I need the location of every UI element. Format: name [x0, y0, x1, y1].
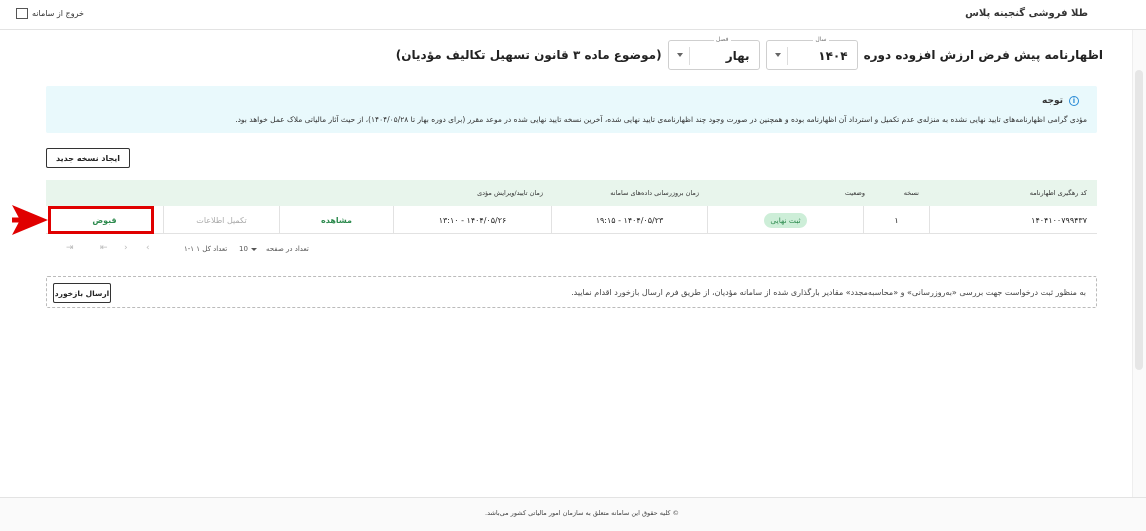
header-approve-time: زمان تایید/ویرایش مؤدی — [477, 189, 543, 197]
notice-header: i توجه — [1042, 96, 1079, 106]
tracking-code: ۱۴۰۴۱۰۰۷۹۹۴۳۷ — [1031, 215, 1087, 225]
first-page-icon[interactable]: ⇤ — [100, 243, 108, 253]
notice-title: توجه — [1042, 96, 1063, 106]
chevron-down-icon[interactable] — [676, 53, 683, 57]
exit-icon — [16, 8, 28, 19]
season-select[interactable]: فصل بهار — [667, 36, 760, 70]
update-time: ۱۹:۱۵ - ۱۴۰۴/۰۵/۲۳ — [595, 215, 664, 225]
page-title-suffix: (موضوع ماده ۳ قانون تسهیل تکالیف مؤدیان) — [395, 48, 662, 62]
per-page-value: 10 — [239, 245, 248, 253]
page-title-row: اظهارنامه پیش فرض ارزش افزوده دوره سال ۱… — [395, 36, 1103, 70]
feedback-text: به منظور ثبت درخواست جهت بررسی «به‌روزرس… — [571, 288, 1086, 297]
table-row: ۱۴۰۴۱۰۰۷۹۹۴۳۷ ۱ ثبت نهایی ۱۹:۱۵ - ۱۴۰۴/۰… — [46, 206, 1097, 234]
view-link[interactable]: مشاهده — [321, 216, 352, 225]
page-title: اظهارنامه پیش فرض ارزش افزوده دوره — [863, 48, 1103, 62]
declarations-table: کد رهگیری اظهارنامه نسخه وضعیت زمان بروز… — [46, 180, 1097, 264]
cell-complete: تکمیل اطلاعات — [163, 206, 279, 234]
season-select-value: بهار — [725, 49, 750, 63]
table-header: کد رهگیری اظهارنامه نسخه وضعیت زمان بروز… — [46, 180, 1097, 206]
highlight-box — [48, 206, 154, 234]
header-update-time: زمان بروزرسانی داده‌های سامانه — [610, 189, 699, 197]
feedback-callout: به منظور ثبت درخواست جهت بررسی «به‌روزرس… — [46, 276, 1097, 308]
last-page-icon[interactable]: ⇥ — [66, 243, 74, 253]
info-icon: i — [1069, 96, 1079, 106]
copyright-text: © کلیه حقوق این سامانه متعلق به سازمان ا… — [485, 509, 680, 517]
create-new-version-button[interactable]: ایجاد نسخه جدید — [46, 148, 130, 168]
red-arrow-icon — [12, 205, 48, 235]
chevron-down-icon[interactable] — [774, 53, 781, 57]
notice-box: i توجه مؤدی گرامی اظهارنامه‌های تایید نه… — [46, 86, 1097, 133]
page-count: ۱-۱ تعداد کل ۱ — [184, 245, 228, 253]
cell-version: ۱ — [863, 206, 929, 234]
complete-info-link: تکمیل اطلاعات — [196, 215, 247, 225]
year-select[interactable]: سال ۱۴۰۴ — [765, 36, 858, 70]
cell-tracking: ۱۴۰۴۱۰۰۷۹۹۴۳۷ — [929, 206, 1097, 234]
season-select-label: فصل — [713, 36, 731, 43]
logout-label: خروج از سامانه — [32, 9, 84, 18]
header-tracking: کد رهگیری اظهارنامه — [1029, 189, 1087, 197]
prev-page-icon[interactable]: ‹ — [146, 243, 150, 253]
cell-approve-time: ۱۳:۱۰ - ۱۴۰۴/۰۵/۲۶ — [393, 206, 551, 234]
year-select-label: سال — [813, 36, 829, 43]
scrollbar-thumb[interactable] — [1135, 70, 1143, 370]
select-divider — [786, 47, 788, 65]
chevron-down-icon — [250, 247, 257, 251]
status-badge: ثبت نهایی — [764, 212, 807, 228]
table-pagination: تعداد در صفحه 10 ۱-۱ تعداد کل ۱ › ‹ ⇤ ⇥ — [46, 234, 1097, 264]
vertical-scrollbar[interactable] — [1132, 30, 1146, 497]
notice-body: مؤدی گرامی اظهارنامه‌های تایید نهایی نشد… — [235, 115, 1087, 124]
header-status: وضعیت — [844, 189, 865, 197]
per-page-label: تعداد در صفحه — [266, 245, 309, 253]
cell-status: ثبت نهایی — [707, 206, 863, 234]
cell-view: مشاهده — [279, 206, 393, 234]
per-page-select[interactable]: 10 — [239, 245, 257, 253]
version-number: ۱ — [894, 215, 899, 225]
year-select-value: ۱۴۰۴ — [818, 49, 848, 63]
header-version: نسخه — [903, 189, 919, 197]
footer: © کلیه حقوق این سامانه متعلق به سازمان ا… — [0, 497, 1146, 531]
top-bar: طلا فروشی گنجینه پلاس خروج از سامانه — [0, 0, 1146, 30]
brand-name: طلا فروشی گنجینه پلاس — [965, 8, 1088, 19]
next-page-icon[interactable]: › — [124, 243, 128, 253]
cell-update-time: ۱۹:۱۵ - ۱۴۰۴/۰۵/۲۳ — [551, 206, 707, 234]
logout-button[interactable]: خروج از سامانه — [16, 8, 84, 19]
select-divider — [688, 47, 690, 65]
approve-time: ۱۳:۱۰ - ۱۴۰۴/۰۵/۲۶ — [438, 215, 507, 225]
send-feedback-button[interactable]: ارسال بازخورد — [53, 283, 111, 303]
